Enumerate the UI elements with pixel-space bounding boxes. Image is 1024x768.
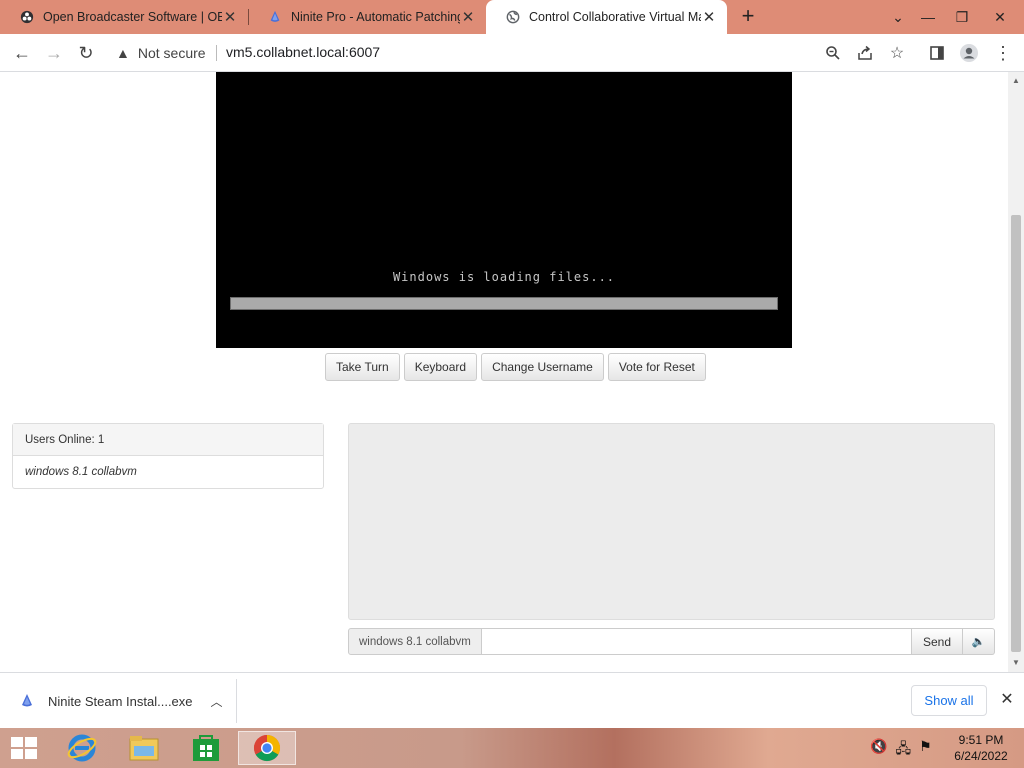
muted-speaker-icon[interactable]: 🔇 [870, 738, 887, 762]
chat-input-group: windows 8.1 collabvm Send 🔈 [348, 628, 995, 655]
menu-kebab-icon[interactable]: ⋮ [990, 40, 1016, 66]
users-online-header: Users Online: 1 [13, 424, 323, 456]
back-arrow-icon[interactable]: ← [8, 39, 36, 67]
vm-button-row: Take Turn Keyboard Change Username Vote … [325, 353, 706, 381]
change-username-button[interactable]: Change Username [481, 353, 604, 381]
page-content: Windows is loading files... Take Turn Ke… [0, 72, 1008, 672]
windows-store-icon[interactable] [184, 731, 228, 765]
bookmark-star-icon[interactable]: ☆ [884, 40, 910, 66]
ninite-icon [22, 694, 32, 707]
take-turn-button[interactable]: Take Turn [325, 353, 400, 381]
download-item[interactable]: Ninite Steam Instal....exe ︿ [20, 687, 223, 715]
system-tray: 🔇 🖧 ⚑ [870, 738, 932, 762]
chevron-up-icon[interactable]: ︿ [211, 693, 223, 710]
tab-title: Control Collaborative Virtual Machi [529, 10, 701, 24]
chat-log [348, 423, 995, 620]
page-scrollbar[interactable]: ▲ ▼ [1008, 72, 1024, 672]
minimize-icon[interactable]: — [912, 0, 944, 34]
vm-progress-fill [231, 298, 777, 309]
vm-progress-bar [230, 297, 778, 310]
warning-icon: ▲ [116, 45, 130, 61]
tab-title: Open Broadcaster Software | OBS [43, 10, 222, 24]
security-indicator[interactable]: ▲ Not secure [116, 43, 206, 63]
share-icon[interactable] [852, 40, 878, 66]
tab-obs[interactable]: Open Broadcaster Software | OBS ✕ [0, 0, 248, 34]
windows-start-icon[interactable] [8, 735, 40, 761]
close-shelf-icon[interactable]: ✕ [996, 689, 1018, 711]
tab-ninite[interactable]: Ninite Pro - Automatic Patching and ✕ [248, 0, 486, 34]
clock-time: 9:51 PM [958, 733, 1004, 747]
internet-explorer-icon[interactable] [60, 731, 104, 765]
vm-loading-text: Windows is loading files... [392, 270, 616, 284]
users-online-panel: Users Online: 1 windows 8.1 collabvm [12, 423, 324, 489]
keyboard-button[interactable]: Keyboard [403, 353, 478, 381]
taskbar-clock[interactable]: 9:51 PM 6/24/2022 [948, 732, 1014, 764]
volume-icon[interactable]: 🔈 [963, 628, 995, 655]
windows-taskbar: 🔇 🖧 ⚑ 9:51 PM 6/24/2022 [0, 728, 1024, 768]
tab-close-icon[interactable]: ✕ [222, 8, 238, 26]
send-button[interactable]: Send [911, 628, 963, 655]
forward-arrow-icon[interactable]: → [40, 39, 68, 67]
security-label: Not secure [137, 45, 206, 61]
tab-close-icon[interactable]: ✕ [460, 8, 476, 26]
globe-icon [506, 10, 520, 24]
scrollbar-thumb[interactable] [1011, 215, 1021, 652]
reload-icon[interactable]: ↻ [72, 39, 100, 67]
download-divider [236, 679, 237, 723]
restore-icon[interactable]: ❐ [946, 0, 978, 34]
ninite-icon [270, 10, 280, 22]
chat-username-label: windows 8.1 collabvm [348, 628, 482, 655]
chat-message-input[interactable] [481, 628, 912, 655]
side-panel-icon[interactable] [924, 40, 950, 66]
clock-date: 6/24/2022 [954, 749, 1008, 763]
tab-strip: Open Broadcaster Software | OBS ✕ Ninite… [0, 0, 1024, 34]
url-divider [216, 45, 217, 61]
scroll-up-icon[interactable]: ▲ [1012, 76, 1020, 85]
profile-avatar-icon[interactable] [956, 40, 982, 66]
tab-title: Ninite Pro - Automatic Patching and [291, 10, 460, 24]
download-shelf: Ninite Steam Instal....exe ︿ Show all ✕ [0, 672, 1024, 728]
tab-search-chevron-icon[interactable]: ⌄ [882, 0, 914, 34]
network-icon[interactable]: 🖧 [895, 738, 911, 762]
scroll-down-icon[interactable]: ▼ [1012, 658, 1020, 667]
new-tab-icon[interactable]: + [736, 4, 760, 30]
download-filename: Ninite Steam Instal....exe [48, 693, 193, 709]
show-all-button[interactable]: Show all [911, 685, 987, 716]
vote-for-reset-button[interactable]: Vote for Reset [607, 353, 706, 381]
chrome-icon[interactable] [238, 731, 296, 765]
obs-icon [20, 10, 34, 24]
zoom-icon[interactable] [820, 40, 846, 66]
address-bar[interactable]: vm5.collabnet.local:6007 [226, 44, 380, 60]
tab-collabvm[interactable]: Control Collaborative Virtual Machi ✕ [486, 0, 727, 34]
browser-toolbar: ← → ↻ ▲ Not secure vm5.collabnet.local:6… [0, 34, 1024, 72]
user-list-item: windows 8.1 collabvm [25, 466, 137, 478]
vm-screen[interactable]: Windows is loading files... [216, 72, 792, 348]
file-explorer-icon[interactable] [122, 731, 166, 765]
window-close-icon[interactable]: ✕ [984, 0, 1016, 34]
tab-close-icon[interactable]: ✕ [701, 8, 717, 26]
action-center-flag-icon[interactable]: ⚑ [919, 738, 932, 762]
